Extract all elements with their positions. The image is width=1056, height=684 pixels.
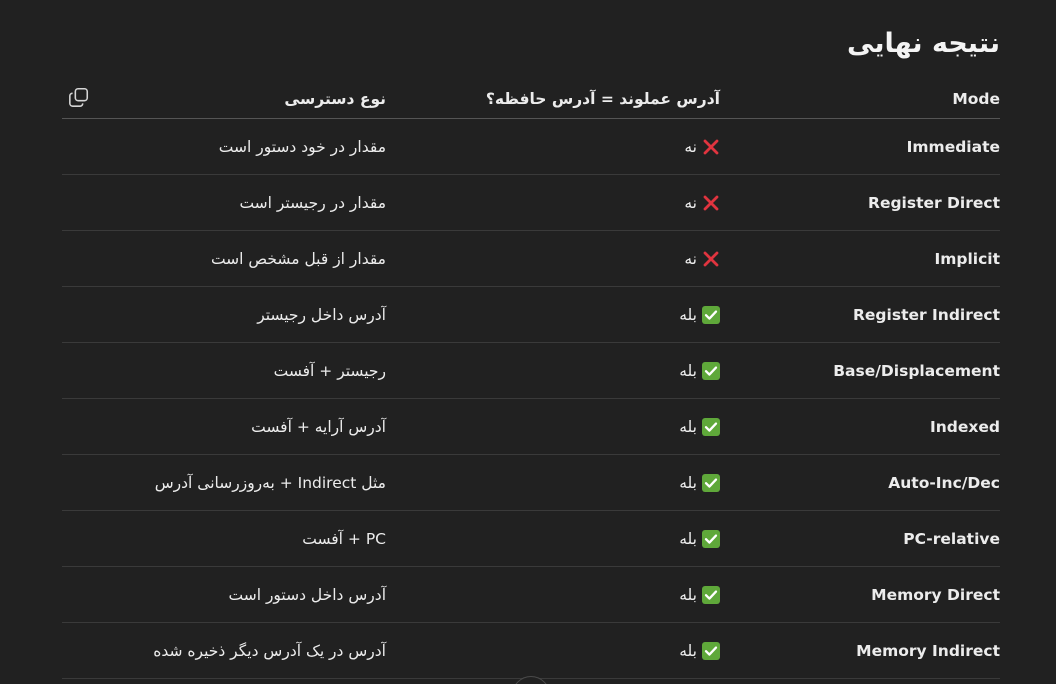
- status-badge: بله: [679, 529, 720, 548]
- header-mode: Mode: [952, 90, 1000, 108]
- table-row: PC-relative بله PC + آفست: [62, 511, 1000, 567]
- status-text: بله: [679, 417, 697, 436]
- status-badge: نه: [684, 250, 720, 268]
- table-row: Register Direct نه مقدار در رجیستر است: [62, 175, 1000, 231]
- table-row: Auto-Inc/Dec بله مثل Indirect + به‌روزرسان…: [62, 455, 1000, 511]
- table-row: Memory Indirect بله آدرس در یک آدرس دیگر ذ…: [62, 623, 1000, 679]
- header-access-type: نوع دسترسی: [284, 90, 386, 108]
- check-mark-icon: [702, 585, 720, 604]
- equality-cell: نه: [684, 231, 720, 286]
- status-text: بله: [679, 529, 697, 548]
- status-badge: بله: [679, 361, 720, 380]
- access-type-cell: آدرس در یک آدرس دیگر ذخیره شده: [153, 641, 386, 660]
- status-badge: بله: [679, 417, 720, 436]
- table-body: Immediate نه مقدار در خود دستور است Registe…: [62, 119, 1000, 679]
- table-row: Indexed بله آدرس آرایه + آفست: [62, 399, 1000, 455]
- access-type-cell: PC + آفست: [302, 529, 386, 548]
- mode-cell: Immediate: [906, 137, 1000, 156]
- mode-cell: Memory Direct: [871, 585, 1000, 604]
- access-type-cell: آدرس آرایه + آفست: [251, 417, 386, 436]
- cross-mark-icon: [702, 194, 720, 212]
- table-row: Register Indirect بله آدرس داخل رجیستر: [62, 287, 1000, 343]
- mode-cell: Implicit: [934, 249, 1000, 268]
- cross-mark-icon: [702, 250, 720, 268]
- mode-cell: Auto-Inc/Dec: [888, 473, 1000, 492]
- table-row: Immediate نه مقدار در خود دستور است: [62, 119, 1000, 175]
- status-text: بله: [679, 361, 697, 380]
- status-badge: بله: [679, 585, 720, 604]
- check-mark-icon: [702, 473, 720, 492]
- equality-cell: نه: [684, 175, 720, 230]
- status-badge: نه: [684, 138, 720, 156]
- access-type-cell: رجیستر + آفست: [273, 361, 386, 380]
- equality-cell: بله: [679, 511, 720, 566]
- mode-cell: Base/Displacement: [833, 361, 1000, 380]
- access-type-cell: مثل Indirect + به‌روزرسانی آدرس: [154, 473, 386, 492]
- header-equality: آدرس عملوند = آدرس حافظه؟: [485, 90, 720, 108]
- access-type-cell: مقدار از قبل مشخص است: [210, 249, 386, 268]
- access-type-cell: آدرس داخل دستور است: [228, 585, 387, 604]
- table-header-row: Mode آدرس عملوند = آدرس حافظه؟ نوع دسترس…: [62, 80, 1000, 119]
- equality-cell: بله: [679, 623, 720, 678]
- status-text: بله: [679, 641, 697, 660]
- table-row: Implicit نه مقدار از قبل مشخص است: [62, 231, 1000, 287]
- equality-cell: بله: [679, 287, 720, 342]
- mode-cell: Register Direct: [868, 193, 1000, 212]
- status-badge: بله: [679, 305, 720, 324]
- mode-cell: PC-relative: [903, 529, 1000, 548]
- check-mark-icon: [702, 361, 720, 380]
- mode-cell: Indexed: [929, 417, 1000, 436]
- equality-cell: بله: [679, 567, 720, 622]
- status-badge: نه: [684, 194, 720, 212]
- mode-cell: Memory Indirect: [856, 641, 1000, 660]
- equality-cell: نه: [684, 119, 720, 174]
- check-mark-icon: [702, 305, 720, 324]
- table-row: Base/Displacement بله رجیستر + آفست: [62, 343, 1000, 399]
- table-row: Memory Direct بله آدرس داخل دستور است: [62, 567, 1000, 623]
- cross-mark-icon: [702, 138, 720, 156]
- access-type-cell: آدرس داخل رجیستر: [257, 305, 386, 324]
- equality-cell: بله: [679, 343, 720, 398]
- check-mark-icon: [702, 529, 720, 548]
- status-text: نه: [684, 137, 697, 156]
- access-type-cell: مقدار در خود دستور است: [218, 137, 386, 156]
- status-text: نه: [684, 249, 697, 268]
- section-heading: نتیجه نهایی: [847, 28, 1000, 59]
- status-badge: بله: [679, 473, 720, 492]
- status-badge: بله: [679, 641, 720, 660]
- access-type-cell: مقدار در رجیستر است: [239, 193, 386, 212]
- chat-response-area: نتیجه نهایی Mode آدرس عملوند = آدرس حافظ…: [0, 0, 1056, 684]
- addressing-modes-table: Mode آدرس عملوند = آدرس حافظه؟ نوع دسترس…: [62, 80, 1000, 679]
- check-mark-icon: [702, 417, 720, 436]
- equality-cell: بله: [679, 399, 720, 454]
- status-text: بله: [679, 585, 697, 604]
- status-text: نه: [684, 193, 697, 212]
- status-text: بله: [679, 305, 697, 324]
- check-mark-icon: [702, 641, 720, 660]
- status-text: بله: [679, 473, 697, 492]
- equality-cell: بله: [679, 455, 720, 510]
- mode-cell: Register Indirect: [852, 305, 1000, 324]
